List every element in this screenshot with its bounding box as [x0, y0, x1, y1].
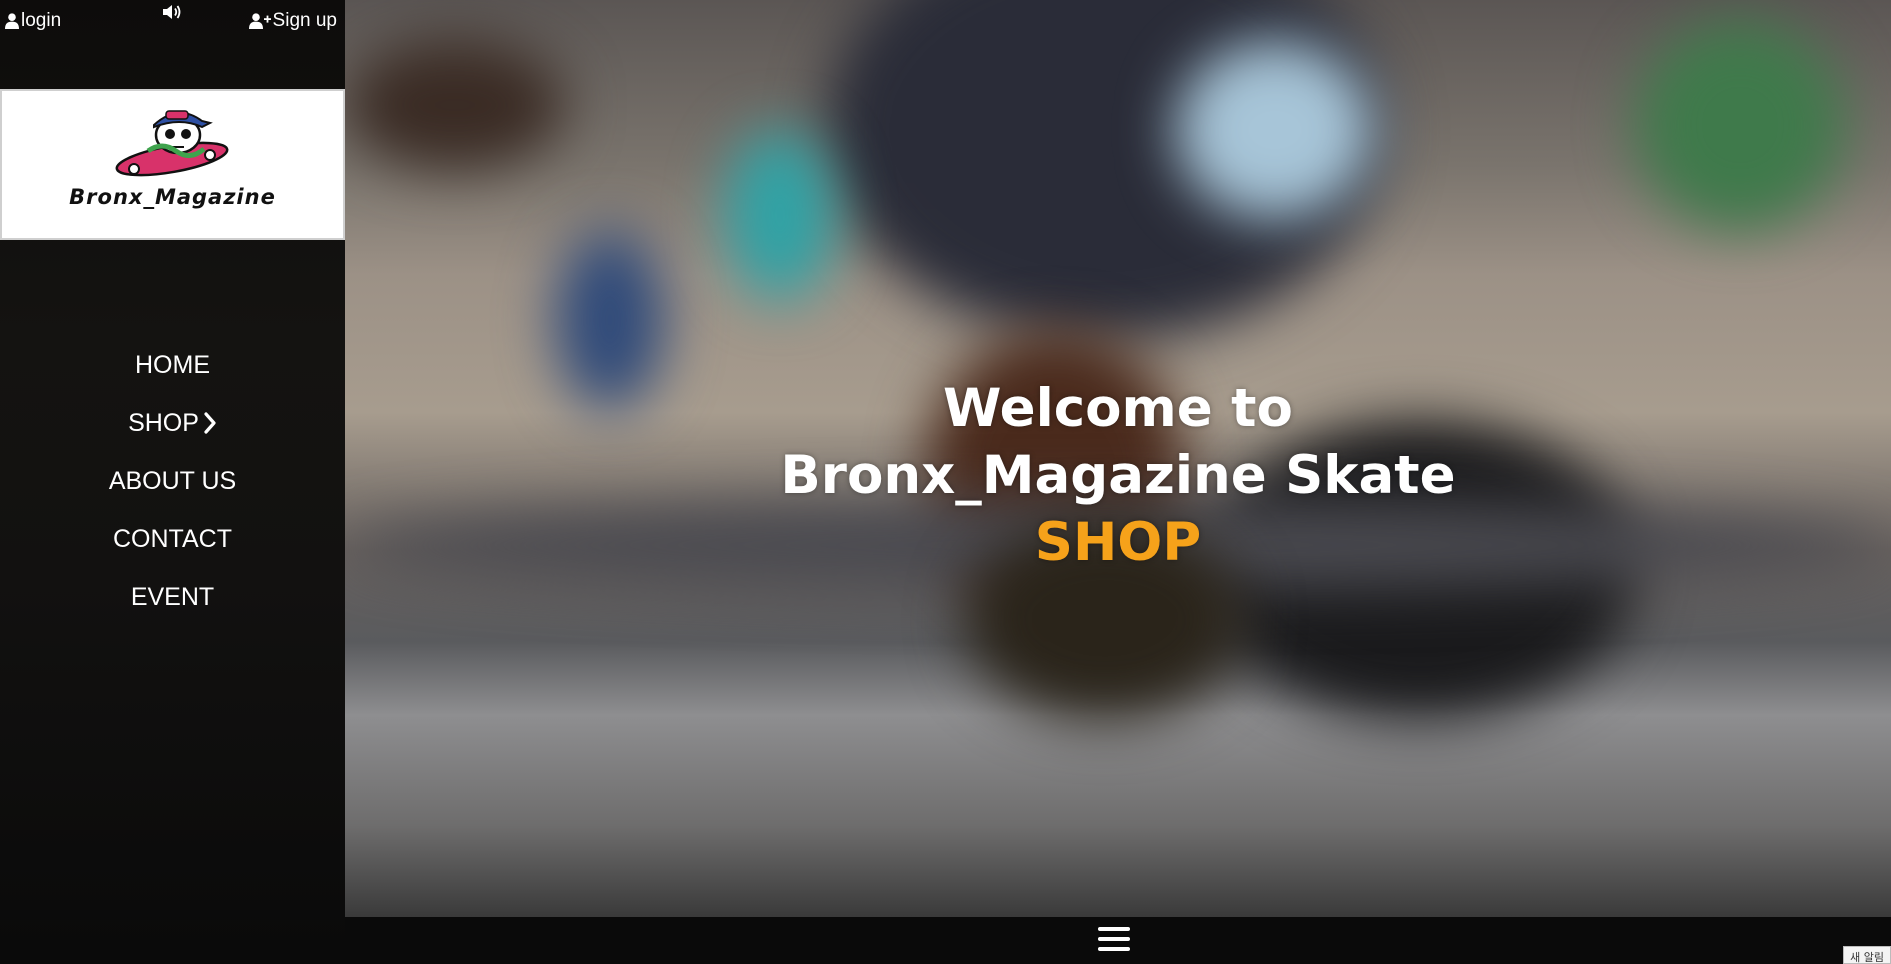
nav-shop[interactable]: SHOP [0, 394, 345, 452]
user-plus-icon [248, 13, 271, 29]
signup-link[interactable]: Sign up [248, 10, 337, 32]
nav-contact[interactable]: CONTACT [0, 510, 345, 568]
hamburger-menu-icon[interactable] [1098, 927, 1130, 955]
notification-badge[interactable]: 새 알림 [1843, 946, 1891, 964]
nav-event-label: EVENT [130, 582, 215, 611]
hero-bg-shape [725, 130, 835, 300]
signup-label: Sign up [272, 10, 337, 31]
hero-line-1: Welcome to [943, 378, 1293, 439]
nav-home-label: HOME [135, 350, 210, 379]
site-logo[interactable]: Bronx_Magazine [0, 89, 345, 240]
logo-text: Bronx_Magazine [69, 185, 276, 209]
nav-home[interactable]: HOME [0, 336, 345, 394]
hero-bg-shape [345, 40, 565, 170]
account-bar: login Sign up [0, 0, 345, 46]
nav-contact-label: CONTACT [113, 524, 232, 553]
user-icon [5, 13, 19, 29]
skull-skateboard-logo-icon [115, 110, 229, 177]
hero-banner: Welcome to Bronx_Magazine Skate SHOP [345, 0, 1891, 917]
login-label: login [21, 10, 62, 31]
login-link[interactable]: login [5, 10, 61, 32]
sidebar: login Sign up Bronx_Magazine HOME SHOP A… [0, 0, 345, 964]
nav-about-us[interactable]: ABOUT US [0, 452, 345, 510]
hero-bg-shape [1175, 40, 1375, 220]
nav-about-label: ABOUT US [108, 466, 237, 495]
nav-shop-label: SHOP [128, 408, 199, 437]
bottom-bar [345, 917, 1891, 964]
chevron-right-icon [204, 412, 216, 434]
main-nav: HOME SHOP ABOUT US CONTACT EVENT [0, 336, 345, 626]
hero-line-2: Bronx_Magazine Skate [780, 445, 1456, 506]
hero-heading: Welcome to Bronx_Magazine Skate SHOP [345, 375, 1891, 576]
nav-event[interactable]: EVENT [0, 568, 345, 626]
hero-bg-shape [1635, 20, 1845, 230]
hero-line-3: SHOP [1034, 512, 1202, 573]
volume-icon[interactable] [161, 2, 183, 22]
